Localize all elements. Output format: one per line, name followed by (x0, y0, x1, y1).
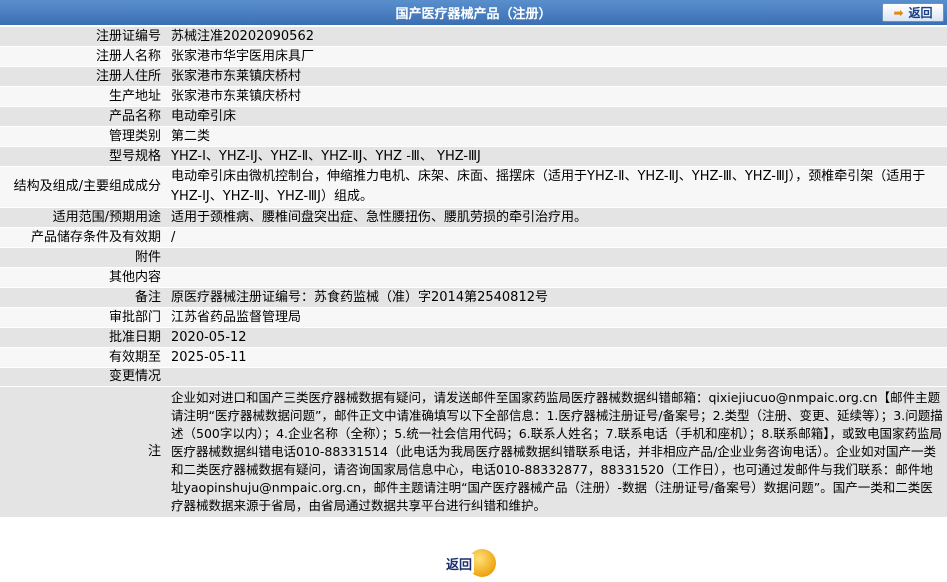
row-registrant-name: 注册人名称 张家港市华宇医用床具厂 (0, 47, 947, 66)
row-other-content: 其他内容 (0, 268, 947, 287)
page-header: 国产医疗器械产品（注册） ➡ 返回 (0, 0, 947, 25)
row-structure-composition: 结构及组成/主要组成成分 电动牵引床由微机控制台，伸缩推力电机、床架、床面、摇摆… (0, 167, 947, 207)
field-label: 适用范围/预期用途 (0, 208, 167, 227)
row-production-address: 生产地址 张家港市东莱镇庆桥村 (0, 87, 947, 106)
field-value: 电动牵引床由微机控制台，伸缩推力电机、床架、床面、摇摆床（适用于YHZ-Ⅱ、YH… (167, 167, 947, 207)
field-label: 其他内容 (0, 268, 167, 287)
field-label: 生产地址 (0, 87, 167, 106)
field-label: 批准日期 (0, 328, 167, 347)
field-label: 注册人住所 (0, 67, 167, 86)
row-approval-date: 批准日期 2020-05-12 (0, 328, 947, 347)
field-label: 附件 (0, 248, 167, 267)
row-intended-use: 适用范围/预期用途 适用于颈椎病、腰椎间盘突出症、急性腰扭伤、腰肌劳损的牵引治疗… (0, 208, 947, 227)
field-value: 张家港市华宇医用床具厂 (167, 47, 947, 66)
field-label: 注册证编号 (0, 27, 167, 46)
field-value: 2025-05-11 (167, 348, 947, 367)
note-label: 注 (0, 387, 167, 517)
row-management-category: 管理类别 第二类 (0, 127, 947, 146)
field-value: 电动牵引床 (167, 107, 947, 126)
field-label: 变更情况 (0, 368, 167, 386)
field-label: 备注 (0, 288, 167, 307)
row-registration-number: 注册证编号 苏械注准20202090562 (0, 27, 947, 46)
field-label: 型号规格 (0, 147, 167, 166)
field-value: YHZ-Ⅰ、YHZ-ⅠJ、YHZ-Ⅱ、YHZ-ⅡJ、YHZ -Ⅲ、 YHZ-ⅢJ (167, 147, 947, 166)
field-value (167, 268, 947, 287)
back-button-top[interactable]: ➡ 返回 (882, 3, 944, 22)
back-button-bottom-label: 返回 (443, 553, 474, 573)
field-value (167, 368, 947, 386)
field-value: 苏械注准20202090562 (167, 27, 947, 46)
back-button-bottom[interactable]: 返回 (432, 548, 496, 578)
row-product-name: 产品名称 电动牵引床 (0, 107, 947, 126)
page-title: 国产医疗器械产品（注册） (395, 7, 552, 22)
field-value: 原医疗器械注册证编号：苏食药监械（准）字2014第2540812号 (167, 288, 947, 307)
row-approval-department: 审批部门 江苏省药品监督管理局 (0, 308, 947, 327)
field-value: 2020-05-12 (167, 328, 947, 347)
field-label: 管理类别 (0, 127, 167, 146)
registration-detail-table: 注册证编号 苏械注准20202090562 注册人名称 张家港市华宇医用床具厂 … (0, 26, 947, 518)
row-change-history: 变更情况 (0, 368, 947, 386)
field-value: / (167, 228, 947, 247)
field-value (167, 248, 947, 267)
row-model-spec: 型号规格 YHZ-Ⅰ、YHZ-ⅠJ、YHZ-Ⅱ、YHZ-ⅡJ、YHZ -Ⅲ、 Y… (0, 147, 947, 166)
field-label: 有效期至 (0, 348, 167, 367)
row-registrant-address: 注册人住所 张家港市东莱镇庆桥村 (0, 67, 947, 86)
field-value: 第二类 (167, 127, 947, 146)
field-value: 江苏省药品监督管理局 (167, 308, 947, 327)
back-button-label: 返回 (908, 6, 933, 20)
field-value: 张家港市东莱镇庆桥村 (167, 67, 947, 86)
field-label: 注册人名称 (0, 47, 167, 66)
field-label: 结构及组成/主要组成成分 (0, 167, 167, 207)
row-note: 注 企业如对进口和国产三类医疗器械数据有疑问，请发送邮件至国家药监局医疗器械数据… (0, 387, 947, 517)
row-remarks: 备注 原医疗器械注册证编号：苏食药监械（准）字2014第2540812号 (0, 288, 947, 307)
row-attachments: 附件 (0, 248, 947, 267)
field-value: 张家港市东莱镇庆桥村 (167, 87, 947, 106)
field-label: 审批部门 (0, 308, 167, 327)
row-storage-conditions: 产品储存条件及有效期 / (0, 228, 947, 247)
field-label: 产品名称 (0, 107, 167, 126)
arrow-right-icon: ➡ (893, 5, 904, 20)
field-value: 适用于颈椎病、腰椎间盘突出症、急性腰扭伤、腰肌劳损的牵引治疗用。 (167, 208, 947, 227)
note-text: 企业如对进口和国产三类医疗器械数据有疑问，请发送邮件至国家药监局医疗器械数据纠错… (167, 387, 947, 517)
field-label: 产品储存条件及有效期 (0, 228, 167, 247)
row-valid-until: 有效期至 2025-05-11 (0, 348, 947, 367)
